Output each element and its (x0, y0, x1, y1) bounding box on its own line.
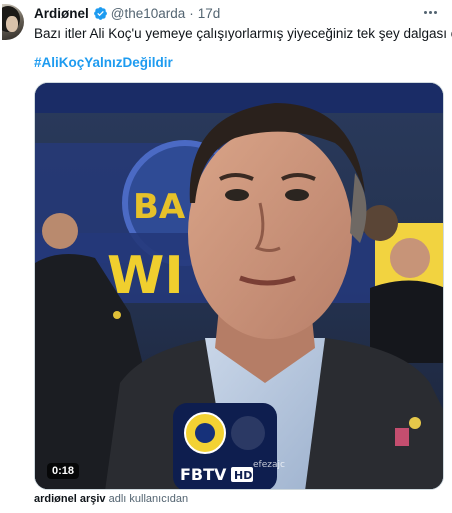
video-player[interactable]: BA WI FBTV HD efezajc 0:18 (34, 82, 444, 490)
more-options-icon[interactable] (420, 4, 440, 20)
mic-tag: HD (234, 469, 252, 482)
video-duration: 0:18 (47, 463, 80, 479)
hashtag-link[interactable]: #AliKoçYalnızDeğildir (34, 55, 173, 70)
video-attribution: ardiønel arşiv adlı kullanıcıdan (34, 493, 188, 505)
header-separator: · (189, 5, 194, 21)
bystander-head-left (42, 213, 78, 249)
author-handle[interactable]: @the10arda (111, 6, 186, 21)
tweet-timestamp[interactable]: 17d (198, 6, 221, 21)
tweet[interactable]: Ardiønel @the10arda · 17d Bazı itler Ali… (0, 0, 452, 513)
attribution-source[interactable]: ardiønel arşiv (34, 493, 106, 505)
tweet-text: Bazı itler Ali Koç'u yemeye çalışıyorlar… (34, 26, 452, 41)
verified-badge-icon (93, 6, 107, 20)
author-avatar[interactable] (2, 4, 24, 40)
bystander-head-right (390, 238, 430, 278)
banner-text: BA (133, 187, 186, 227)
tweet-header: Ardiønel @the10arda · 17d (34, 4, 220, 22)
banner-top (35, 83, 443, 113)
mic-brand: FBTV (180, 465, 227, 484)
video-frame: BA WI FBTV HD (35, 83, 443, 489)
video-watermark: efezajc (253, 460, 285, 470)
avatar-face (6, 16, 18, 32)
subject-face (188, 127, 352, 339)
author-display-name[interactable]: Ardiønel (34, 6, 89, 21)
attribution-suffix: adlı kullanıcıdan (105, 493, 189, 505)
